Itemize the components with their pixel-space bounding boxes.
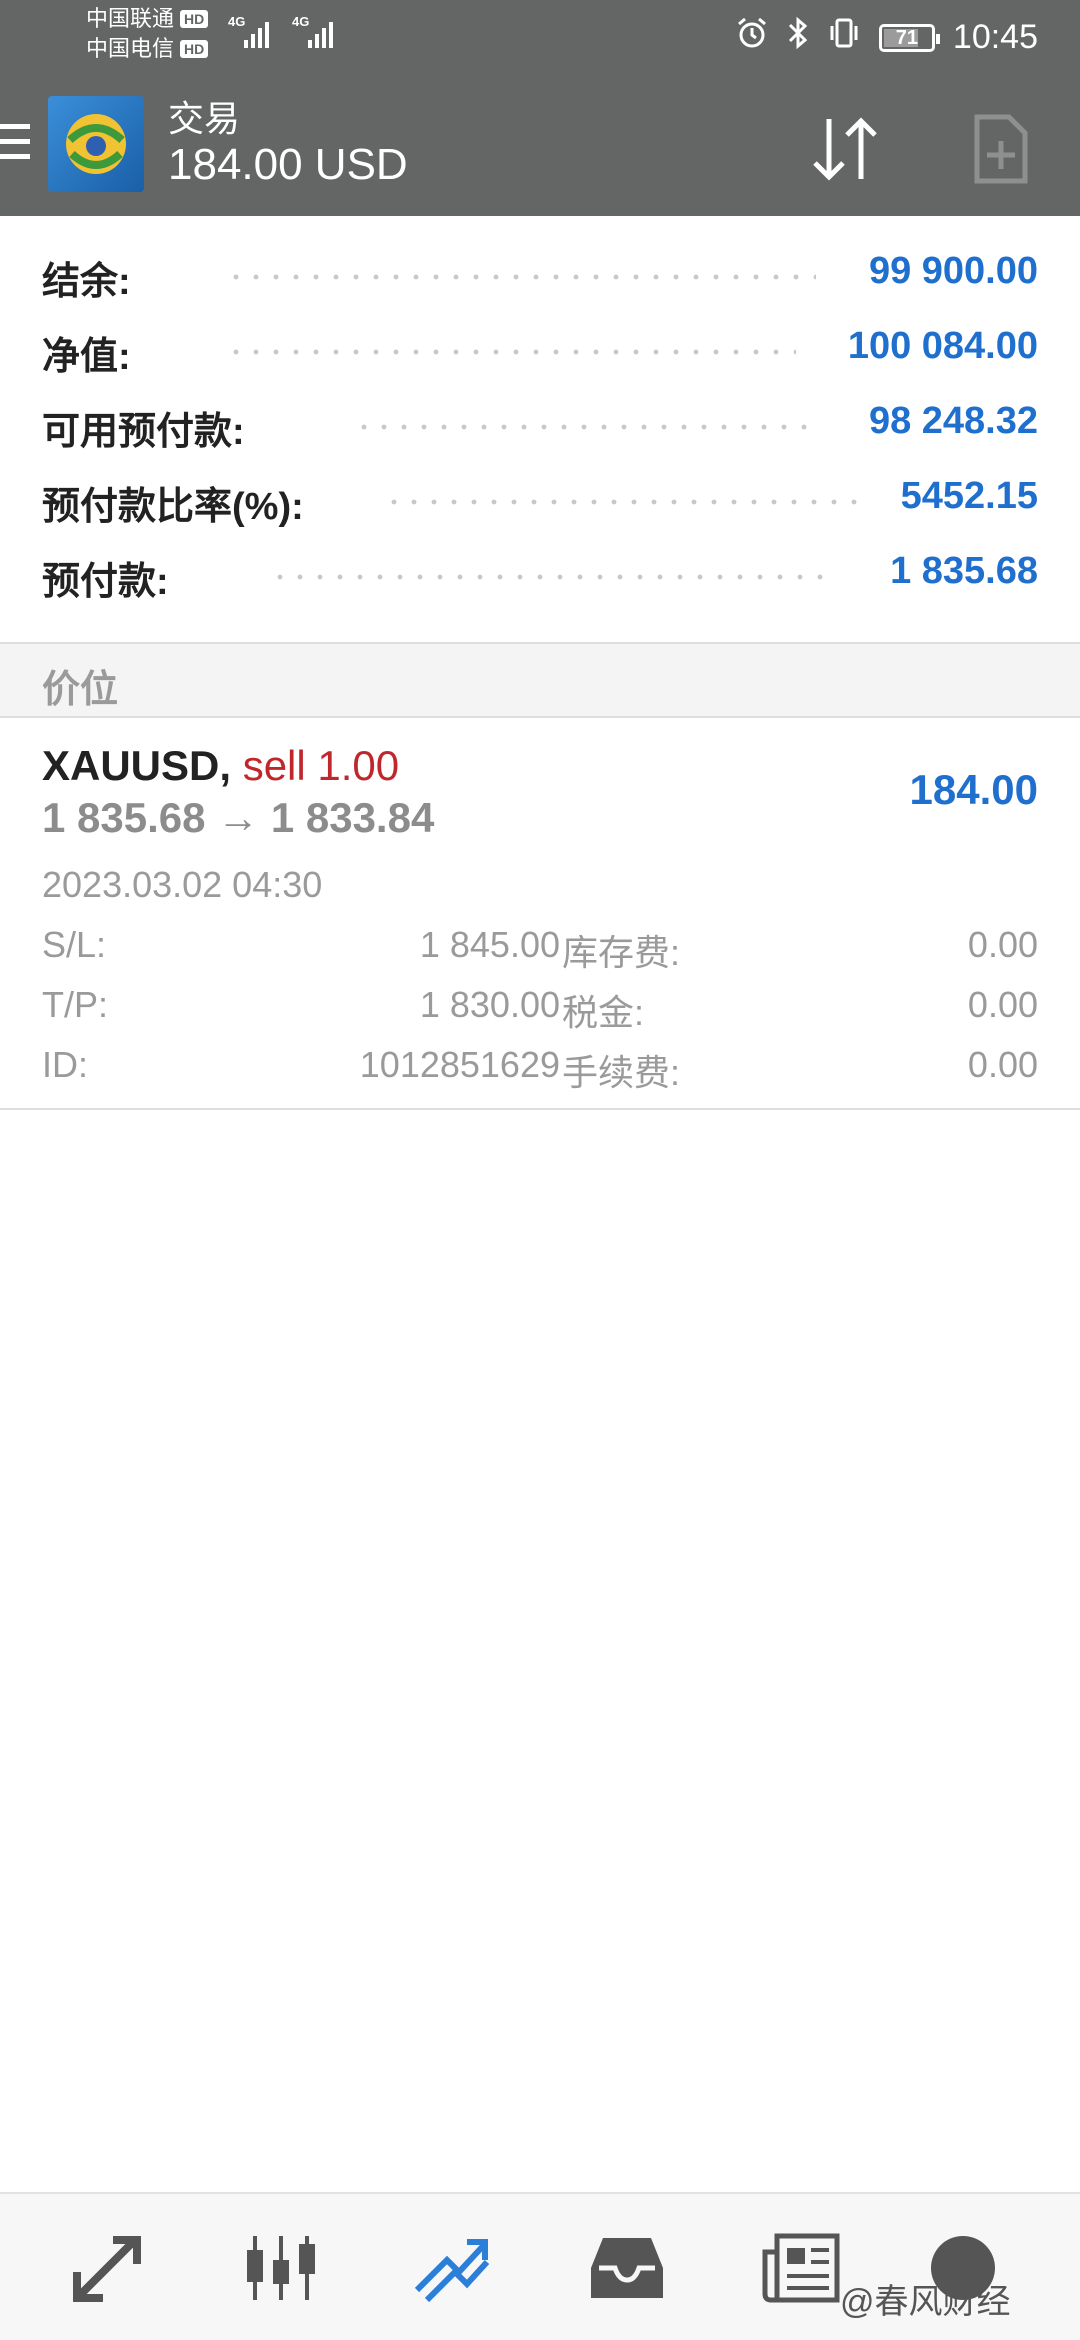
nav-news[interactable] (756, 2228, 846, 2308)
summary-label: 预付款比率(%): (42, 486, 304, 528)
candlestick-icon (247, 2236, 315, 2300)
sort-arrows-icon (813, 117, 877, 181)
bottom-navigation: @春风财经 (0, 2192, 1080, 2340)
app-logo-icon (48, 96, 144, 192)
battery-icon: 71 (878, 23, 940, 52)
new-order-button[interactable] (956, 104, 1046, 194)
detail-label: ID: (42, 1044, 89, 1085)
summary-label: 结余: (42, 261, 131, 303)
status-icons: 71 10:45 (735, 16, 1038, 59)
watermark-text: @春风财经 (840, 2283, 1011, 2321)
status-bar: 中国联通 HD 中国电信 HD 4G 4G 71 10:45 (0, 0, 1080, 72)
nav-history[interactable] (582, 2228, 672, 2308)
summary-label: 净值: (42, 336, 131, 378)
position-symbol: XAUUSD, sell 1.00 (42, 742, 399, 790)
alarm-icon (735, 16, 769, 59)
news-icon (762, 2233, 840, 2303)
battery-level: 71 (895, 26, 919, 49)
detail-row: S/L: 1 845.00 库存费: 0.00 (42, 924, 1038, 984)
detail-value: 0.00 (967, 984, 1038, 1025)
summary-row-margin-level: 预付款比率(%): 5452.15 (0, 475, 1080, 550)
menu-icon[interactable] (0, 124, 30, 169)
position-details: S/L: 1 845.00 库存费: 0.00 T/P: 1 830.00 税金… (42, 924, 1038, 1104)
position-prices: 1 835.68 → 1 833.84 (42, 794, 435, 841)
vibrate-icon (827, 16, 861, 59)
position-open-time: 2023.03.02 04:30 (42, 864, 323, 905)
position-item[interactable]: XAUUSD, sell 1.00 1 835.68 → 1 833.84 18… (0, 720, 1080, 1110)
detail-value: 0.00 (967, 1044, 1038, 1085)
position-profit: 184.00 (909, 766, 1038, 813)
dot-leader (226, 349, 796, 355)
nav-quotes[interactable] (66, 2228, 156, 2308)
summary-row-equity: 净值: 100 084.00 (0, 325, 1080, 400)
summary-value: 98 248.32 (868, 400, 1038, 442)
hd-badge-2: HD (180, 40, 209, 58)
detail-label: T/P: (42, 984, 109, 1025)
summary-value: 5452.15 (900, 475, 1038, 517)
detail-row: T/P: 1 830.00 税金: 0.00 (42, 984, 1038, 1044)
symbol-name: XAUUSD, (42, 742, 232, 789)
section-title: 价位 (42, 669, 119, 711)
nav-trade[interactable] (406, 2228, 496, 2308)
nav-chart[interactable] (236, 2228, 326, 2308)
dot-leader (384, 499, 864, 505)
trade-trend-icon (414, 2239, 490, 2303)
summary-value: 99 900.00 (868, 250, 1038, 292)
quotes-arrows-icon (73, 2236, 141, 2302)
new-document-icon (974, 114, 1028, 184)
sort-button[interactable] (800, 104, 890, 194)
detail-row: ID: 1012851629 手续费: 0.00 (42, 1044, 1038, 1104)
summary-value: 100 084.00 (847, 325, 1038, 367)
carrier-name-2: 中国电信 (86, 36, 175, 61)
hd-badge-1: HD (180, 10, 209, 28)
bluetooth-icon (787, 16, 809, 59)
summary-row-balance: 结余: 99 900.00 (0, 250, 1080, 325)
summary-row-margin: 预付款: 1 835.68 (0, 550, 1080, 625)
detail-label: 税金: (562, 992, 645, 1033)
position-side: sell 1.00 (242, 742, 400, 789)
detail-value: 1 830.00 (419, 984, 560, 1025)
account-summary: 结余: 99 900.00 净值: 100 084.00 可用预付款: 98 2… (0, 250, 1080, 625)
carrier-info: 中国联通 HD 中国电信 HD (86, 4, 209, 64)
summary-value: 1 835.68 (890, 550, 1038, 592)
detail-value: 1 845.00 (419, 924, 560, 965)
dot-leader (354, 424, 816, 430)
section-header-positions: 价位 (0, 642, 1080, 718)
app-header: 中国联通 HD 中国电信 HD 4G 4G 71 10:45 交易 184.00… (0, 0, 1080, 216)
inbox-icon (591, 2238, 663, 2298)
detail-label: S/L: (42, 924, 107, 965)
dot-leader (270, 574, 830, 580)
detail-label: 库存费: (562, 932, 681, 973)
detail-value: 1012851629 (359, 1044, 560, 1085)
carrier-name-1: 中国联通 (86, 6, 175, 31)
detail-value: 0.00 (967, 924, 1038, 965)
detail-label: 手续费: (562, 1052, 681, 1093)
page-title: 交易 (168, 98, 241, 139)
header-balance: 184.00 USD (168, 140, 408, 189)
summary-label: 可用预付款: (42, 411, 245, 453)
summary-row-free-margin: 可用预付款: 98 248.32 (0, 400, 1080, 475)
summary-label: 预付款: (42, 561, 169, 603)
dot-leader (226, 274, 816, 280)
clock-time: 10:45 (952, 18, 1038, 56)
